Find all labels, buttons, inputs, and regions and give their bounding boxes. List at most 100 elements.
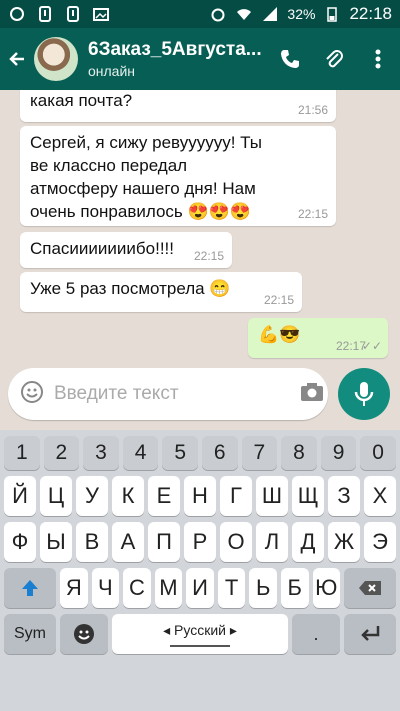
- enter-key[interactable]: [344, 614, 396, 654]
- key-letter[interactable]: С: [123, 568, 151, 608]
- space-indicator: [170, 644, 230, 647]
- letter-row-2: Ф Ы В А П Р О Л Д Ж Э: [4, 522, 396, 562]
- key-9[interactable]: 9: [320, 436, 357, 470]
- message-time: 22:15: [297, 206, 328, 221]
- call-icon[interactable]: [268, 28, 312, 90]
- key-2[interactable]: 2: [43, 436, 80, 470]
- voice-record-button[interactable]: [338, 368, 390, 420]
- key-letter[interactable]: Д: [292, 522, 324, 562]
- message-time: 22:15: [193, 248, 224, 263]
- key-letter[interactable]: Б: [280, 568, 309, 608]
- key-letter[interactable]: Ф: [4, 522, 36, 562]
- number-row: 1 2 3 4 5 6 7 8 9 0: [4, 436, 396, 470]
- key-letter[interactable]: Ь: [249, 568, 277, 608]
- message-text: какая почта?: [30, 91, 133, 110]
- key-letter[interactable]: Е: [148, 476, 180, 516]
- shift-icon: [22, 580, 38, 596]
- key-1[interactable]: 1: [4, 436, 40, 470]
- status-bar: 32% 22:18: [0, 0, 400, 28]
- status-icons-right: 32% 22:18: [209, 4, 392, 24]
- key-letter[interactable]: Л: [256, 522, 288, 562]
- key-letter[interactable]: Н: [184, 476, 216, 516]
- alert-icon-2: [64, 5, 82, 23]
- key-6[interactable]: 6: [201, 436, 238, 470]
- backspace-key[interactable]: [344, 568, 397, 608]
- message-text-part: Сергей, я сижу ревуууууу! Ты ве классно …: [30, 133, 262, 221]
- emoji-key[interactable]: [60, 614, 108, 654]
- message-time: 21:56: [297, 102, 328, 117]
- image-icon: [92, 5, 110, 23]
- key-letter[interactable]: З: [328, 476, 360, 516]
- sym-key[interactable]: Sym: [4, 614, 56, 654]
- emoji-icon[interactable]: [20, 380, 44, 409]
- message-bubble[interactable]: Уже 5 раз посмотрела 😁 22:15: [20, 272, 302, 312]
- camera-icon[interactable]: [299, 381, 325, 408]
- alert-icon: [36, 5, 54, 23]
- key-8[interactable]: 8: [281, 436, 317, 470]
- chat-notification-icon: [8, 5, 26, 23]
- key-letter[interactable]: К: [112, 476, 144, 516]
- key-7[interactable]: 7: [241, 436, 278, 470]
- shift-key[interactable]: [4, 568, 56, 608]
- battery-percent: 32%: [287, 6, 316, 22]
- key-letter[interactable]: Г: [220, 476, 252, 516]
- key-letter[interactable]: Щ: [292, 476, 324, 516]
- emoji-face-icon: [74, 624, 94, 644]
- message-input[interactable]: [54, 383, 299, 405]
- key-letter[interactable]: У: [76, 476, 108, 516]
- message-composer[interactable]: [8, 368, 328, 420]
- key-letter[interactable]: Я: [60, 568, 88, 608]
- backspace-icon: [359, 581, 382, 595]
- contact-info[interactable]: 6Заказ_5Августа... онлайн: [88, 39, 268, 79]
- key-letter[interactable]: Й: [4, 476, 36, 516]
- key-letter[interactable]: Р: [184, 522, 216, 562]
- back-arrow-icon[interactable]: [0, 28, 34, 90]
- punctuation-key[interactable]: .: [292, 614, 340, 654]
- bottom-row: Sym ◂ Русский ▸ .: [4, 614, 396, 654]
- key-4[interactable]: 4: [122, 436, 159, 470]
- space-bar[interactable]: ◂ Русский ▸: [112, 614, 288, 654]
- key-5[interactable]: 5: [162, 436, 198, 470]
- key-letter[interactable]: Ж: [328, 522, 360, 562]
- key-letter[interactable]: Э: [364, 522, 396, 562]
- attach-icon[interactable]: [312, 28, 356, 90]
- key-letter[interactable]: О: [220, 522, 252, 562]
- letter-row-1: Й Ц У К Е Н Г Ш Щ З Х: [4, 476, 396, 516]
- status-icons-left: [8, 5, 110, 23]
- avatar[interactable]: [34, 37, 78, 81]
- keyboard: 1 2 3 4 5 6 7 8 9 0 Й Ц У К Е Н Г Ш Щ З …: [0, 430, 400, 711]
- key-letter[interactable]: Т: [217, 568, 246, 608]
- key-letter[interactable]: Ч: [91, 568, 120, 608]
- key-letter[interactable]: Ю: [312, 568, 341, 608]
- message-time: 22:15: [263, 292, 294, 307]
- key-letter[interactable]: И: [186, 568, 214, 608]
- key-3[interactable]: 3: [83, 436, 119, 470]
- message-bubble[interactable]: какая почта? 21:56: [20, 90, 336, 122]
- message-text: Уже 5 раз посмотрела 😁: [30, 279, 231, 298]
- contact-title[interactable]: 6Заказ_5Августа...: [88, 39, 268, 61]
- chat-header: 6Заказ_5Августа... онлайн: [0, 28, 400, 90]
- key-letter[interactable]: В: [76, 522, 108, 562]
- key-letter[interactable]: А: [112, 522, 144, 562]
- contact-status: онлайн: [88, 63, 136, 79]
- key-letter[interactable]: М: [154, 568, 183, 608]
- key-letter[interactable]: П: [148, 522, 180, 562]
- key-letter[interactable]: Ш: [256, 476, 288, 516]
- message-bubble[interactable]: Сергей, я сижу ревуууууу! Ты ве классно …: [20, 126, 336, 226]
- message-text: Спасииииииибо!!!!: [30, 239, 174, 258]
- read-ticks-icon: ✓✓: [361, 338, 382, 353]
- enter-icon: [361, 626, 380, 641]
- key-letter[interactable]: Ц: [40, 476, 72, 516]
- key-letter[interactable]: Ы: [40, 522, 72, 562]
- microphone-icon: [354, 382, 374, 406]
- language-label: ◂ Русский ▸: [163, 621, 237, 638]
- letter-row-3: Я Ч С М И Т Ь Б Ю: [4, 568, 397, 608]
- key-letter[interactable]: Х: [364, 476, 396, 516]
- battery-icon: [323, 5, 341, 23]
- wifi-icon: [235, 5, 253, 23]
- message-bubble-outgoing[interactable]: 💪😎 22:17 ✓✓: [248, 318, 388, 358]
- alarm-icon: [209, 5, 227, 23]
- key-0[interactable]: 0: [360, 436, 396, 470]
- more-options-icon[interactable]: [356, 28, 400, 90]
- message-bubble[interactable]: Спасииииииибо!!!! 22:15: [20, 232, 232, 268]
